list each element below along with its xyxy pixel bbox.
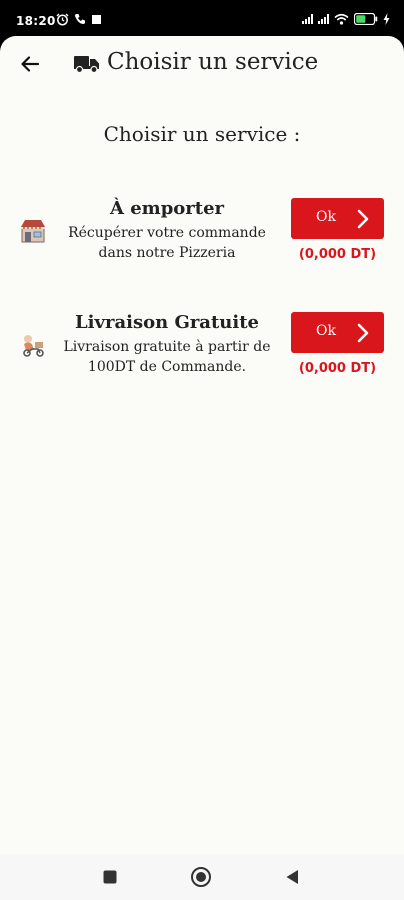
recents-square-icon bbox=[103, 870, 117, 884]
arrow-left-icon bbox=[21, 56, 40, 72]
app-screen: Choisir un service Choisir un service : … bbox=[0, 36, 404, 854]
ok-button-label: Ok bbox=[316, 323, 336, 339]
home-circle-icon bbox=[191, 867, 211, 887]
service-item-delivery: Livraison Gratuite Livraison gratuite à … bbox=[0, 312, 404, 402]
stop-icon bbox=[92, 14, 101, 24]
service-title: À emporter bbox=[109, 198, 225, 219]
battery-icon bbox=[354, 13, 378, 25]
service-title: Livraison Gratuite bbox=[75, 312, 259, 333]
store-icon bbox=[21, 220, 45, 243]
chevron-right-icon bbox=[357, 323, 369, 343]
phone-icon bbox=[75, 14, 85, 24]
chevron-right-icon bbox=[357, 209, 369, 229]
wifi-icon bbox=[334, 13, 349, 25]
service-price: (0,000 DT) bbox=[298, 247, 377, 262]
ok-button-label: Ok bbox=[316, 209, 336, 225]
status-right-icons bbox=[302, 12, 390, 26]
page-title: Choisir un service bbox=[107, 49, 319, 75]
service-item-takeaway: À emporter Récupérer votre commande dans… bbox=[0, 198, 404, 288]
ok-button-delivery[interactable]: Ok bbox=[291, 312, 384, 353]
signal-icon bbox=[318, 14, 329, 24]
service-text: À emporter Récupérer votre commande dans… bbox=[54, 198, 280, 263]
home-button[interactable] bbox=[190, 866, 212, 888]
status-time: 18:20 bbox=[16, 14, 56, 28]
back-triangle-icon bbox=[286, 870, 298, 884]
back-nav-button[interactable] bbox=[281, 866, 303, 888]
service-text: Livraison Gratuite Livraison gratuite à … bbox=[54, 312, 280, 377]
status-bar: 18:20 bbox=[0, 0, 404, 36]
signal-icon bbox=[302, 14, 313, 24]
status-left-icons bbox=[56, 12, 102, 26]
service-price: (0,000 DT) bbox=[298, 361, 377, 376]
alarm-icon bbox=[56, 13, 69, 25]
charging-icon bbox=[383, 13, 390, 25]
service-description: Livraison gratuite à partir de 100DT de … bbox=[63, 339, 271, 375]
section-title: Choisir un service : bbox=[103, 122, 301, 146]
back-button[interactable] bbox=[16, 50, 44, 78]
navigation-bar bbox=[0, 854, 404, 900]
recents-button[interactable] bbox=[99, 866, 121, 888]
truck-icon bbox=[74, 56, 99, 73]
app-bar: Choisir un service bbox=[0, 36, 404, 94]
service-description: Récupérer votre commande dans notre Pizz… bbox=[68, 225, 266, 261]
ok-button-takeaway[interactable]: Ok bbox=[291, 198, 384, 239]
delivery-icon bbox=[23, 335, 44, 357]
